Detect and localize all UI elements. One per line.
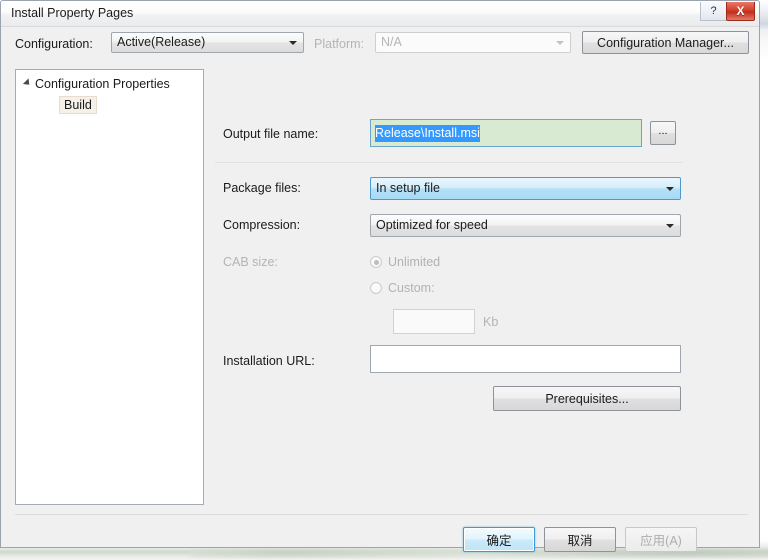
- compression-label: Compression:: [223, 218, 301, 232]
- cab-size-custom-radio: Custom:: [370, 281, 435, 295]
- installation-url-input[interactable]: [370, 345, 681, 373]
- cab-size-unlimited-label: Unlimited: [388, 255, 441, 269]
- properties-pane: Output file name: Release\Install.msi ..…: [207, 69, 752, 505]
- dialog-titlebar[interactable]: Install Property Pages ? X: [1, 1, 759, 27]
- radio-unselected-icon: [370, 282, 382, 294]
- chevron-down-icon: [666, 224, 674, 228]
- properties-tree-panel[interactable]: Configuration Properties Build: [15, 69, 204, 505]
- help-icon[interactable]: ?: [700, 2, 727, 21]
- prerequisites-button[interactable]: Prerequisites...: [493, 386, 681, 411]
- platform-dropdown-value: N/A: [381, 35, 402, 49]
- configuration-bar: Configuration: Active(Release) Platform:…: [1, 27, 759, 63]
- footer-divider: [15, 514, 748, 515]
- cab-size-unlimited-radio: Unlimited: [370, 255, 440, 269]
- section-divider: [215, 162, 683, 163]
- tree-item-configuration-properties[interactable]: Configuration Properties: [22, 77, 170, 91]
- compression-dropdown[interactable]: Optimized for speed: [370, 214, 681, 237]
- apply-button: 应用(A): [625, 527, 697, 552]
- close-icon[interactable]: X: [726, 2, 755, 21]
- cancel-button[interactable]: 取消: [544, 527, 616, 552]
- configuration-label: Configuration:: [15, 37, 93, 51]
- configuration-manager-button[interactable]: Configuration Manager...: [582, 31, 749, 54]
- chevron-down-icon: [666, 187, 674, 191]
- compression-value: Optimized for speed: [376, 218, 488, 232]
- dialog-body: Configuration: Active(Release) Platform:…: [1, 27, 759, 552]
- output-file-name-input[interactable]: Release\Install.msi: [370, 119, 642, 147]
- expand-collapse-triangle-icon[interactable]: [22, 78, 33, 88]
- installation-url-label: Installation URL:: [223, 354, 315, 368]
- cab-size-units-label: Kb: [483, 315, 499, 329]
- configuration-dropdown-value: Active(Release): [117, 35, 206, 49]
- cab-size-custom-label: Custom:: [388, 281, 435, 295]
- property-pages-dialog: Install Property Pages ? X Configuration…: [0, 0, 760, 552]
- package-files-dropdown[interactable]: In setup file: [370, 177, 681, 200]
- package-files-value: In setup file: [376, 181, 440, 195]
- tree-item-build[interactable]: Build: [59, 96, 97, 114]
- platform-dropdown: N/A: [375, 32, 571, 53]
- ok-button[interactable]: 确定: [463, 527, 535, 552]
- output-file-name-value: Release\Install.msi: [375, 125, 480, 142]
- output-file-name-label: Output file name:: [223, 127, 319, 141]
- browse-button[interactable]: ...: [650, 121, 676, 145]
- dialog-title: Install Property Pages: [11, 6, 134, 20]
- radio-selected-icon: [370, 256, 382, 268]
- cab-size-label: CAB size:: [223, 255, 278, 269]
- chevron-down-icon: [289, 41, 297, 45]
- cab-size-input: [393, 309, 475, 334]
- chevron-down-icon: [556, 41, 564, 45]
- tree-item-label: Configuration Properties: [35, 77, 170, 91]
- configuration-dropdown[interactable]: Active(Release): [111, 32, 304, 53]
- package-files-label: Package files:: [223, 181, 301, 195]
- platform-label: Platform:: [314, 37, 365, 51]
